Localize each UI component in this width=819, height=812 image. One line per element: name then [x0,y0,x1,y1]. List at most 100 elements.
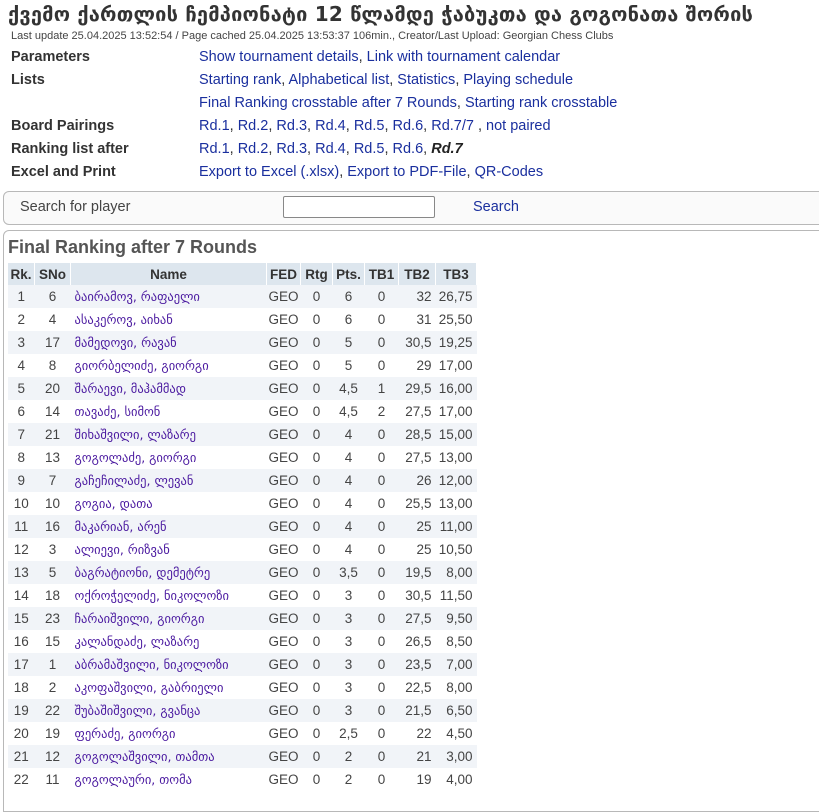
cell-pts: 4 [332,538,365,561]
ranking-rd3-link[interactable]: Rd.3 [276,141,307,157]
cell-fed: GEO [266,308,301,331]
ranking-rd2-link[interactable]: Rd.2 [238,141,269,157]
table-row: 1 6 ბაირამოვ, რაფაელი GEO 0 6 0 32 26,75 [8,285,477,308]
ranking-rd6-link[interactable]: Rd.6 [393,141,424,157]
pairings-rd6-link[interactable]: Rd.6 [393,118,424,134]
cell-rtg: 0 [300,515,333,538]
cell-rank: 16 [8,630,35,653]
ranking-rd4-link[interactable]: Rd.4 [315,141,346,157]
cell-name[interactable]: ფერაძე, გიორგი [70,722,267,745]
pairings-rd3-link[interactable]: Rd.3 [276,118,307,134]
cell-name[interactable]: აბრამაშვილი, ნიკოლოზი [70,653,267,676]
cell-rtg: 0 [300,607,333,630]
cell-tb3: 13,00 [435,492,477,515]
cell-name[interactable]: კალანდაძე, ლაზარე [70,630,267,653]
cell-pts: 5 [332,331,365,354]
cell-tb2: 29 [398,354,436,377]
cell-fed: GEO [266,561,301,584]
excel-print-label: Excel and Print [11,164,116,180]
cell-name[interactable]: შარაევი, მაჰამმად [70,377,267,400]
cell-tb1: 0 [364,331,399,354]
cell-rank: 17 [8,653,35,676]
cell-name[interactable]: ბაირამოვ, რაფაელი [70,285,267,308]
pairings-rd1-link[interactable]: Rd.1 [199,118,230,134]
cell-sno: 19 [34,722,71,745]
cell-name[interactable]: გოგოლაშვილი, თამთა [70,745,267,768]
cell-rtg: 0 [300,446,333,469]
table-row: 15 23 ჩარაიშვილი, გიორგი GEO 0 3 0 27,5 9,50 [8,607,477,630]
cell-rank: 4 [8,354,35,377]
pairings-rd4-link[interactable]: Rd.4 [315,118,346,134]
ranking-rd5-link[interactable]: Rd.5 [354,141,385,157]
starting-rank-link[interactable]: Starting rank [199,72,281,88]
cell-name[interactable]: მაკარიან, არენ [70,515,267,538]
cell-tb1: 0 [364,469,399,492]
ranking-rd1-link[interactable]: Rd.1 [199,141,230,157]
cell-fed: GEO [266,446,301,469]
cell-tb1: 0 [364,446,399,469]
cell-name[interactable]: მამედოვი, რავან [70,331,267,354]
cell-name[interactable]: გაჩეჩილაძე, ლევან [70,469,267,492]
cell-name[interactable]: ასაკეროვ, აიხან [70,308,267,331]
cell-pts: 4,5 [332,377,365,400]
cell-name[interactable]: შუბაშიშვილი, გვანცა [70,699,267,722]
cell-tb2: 21,5 [398,699,436,722]
cell-tb3: 8,00 [435,676,477,699]
playing-schedule-link[interactable]: Playing schedule [463,72,573,88]
cell-pts: 6 [332,308,365,331]
cell-name[interactable]: ალიევი, რიზვან [70,538,267,561]
cell-rtg: 0 [300,768,333,791]
search-button[interactable]: Search [473,199,519,215]
cell-sno: 5 [34,561,71,584]
ranking-list-label: Ranking list after [11,141,129,157]
starting-rank-crosstable-link[interactable]: Starting rank crosstable [465,95,617,111]
cell-name[interactable]: აკოფაშვილი, გაბრიელი [70,676,267,699]
cell-fed: GEO [266,607,301,630]
cell-rank: 14 [8,584,35,607]
alphabetical-list-link[interactable]: Alphabetical list [288,72,389,88]
cell-name[interactable]: ბაგრატიონი, დემეტრე [70,561,267,584]
cell-tb2: 23,5 [398,653,436,676]
cell-rtg: 0 [300,584,333,607]
pairings-rd5-link[interactable]: Rd.5 [354,118,385,134]
col-rtg: Rtg [300,263,334,285]
cell-tb3: 6,50 [435,699,477,722]
export-pdf-link[interactable]: Export to PDF-File [347,164,466,180]
cell-sno: 4 [34,308,71,331]
cell-pts: 2,5 [332,722,365,745]
not-paired-link[interactable]: not paired [486,118,551,134]
cell-sno: 18 [34,584,71,607]
final-ranking-crosstable-link[interactable]: Final Ranking crosstable after 7 Rounds [199,95,457,111]
statistics-link[interactable]: Statistics [397,72,455,88]
tournament-title: ქვემო ქართლის ჩემპიონატი 12 წლამდე ჭაბუკ… [8,2,754,26]
cell-pts: 4 [332,469,365,492]
cell-fed: GEO [266,722,301,745]
cell-name[interactable]: ჩარაიშვილი, გიორგი [70,607,267,630]
cell-tb1: 0 [364,515,399,538]
cell-tb3: 19,25 [435,331,477,354]
pairings-rd7-link[interactable]: Rd.7/7 [431,118,474,134]
cell-name[interactable]: ოქროჭელიძე, ნიკოლოზი [70,584,267,607]
cell-name[interactable]: შიხაშვილი, ლაზარე [70,423,267,446]
pairings-rd2-link[interactable]: Rd.2 [238,118,269,134]
qr-codes-link[interactable]: QR-Codes [475,164,544,180]
cell-name[interactable]: თავაძე, სიმონ [70,400,267,423]
search-input[interactable] [283,196,435,218]
cell-rtg: 0 [300,354,333,377]
cell-tb3: 17,00 [435,400,477,423]
cell-rtg: 0 [300,722,333,745]
cell-tb3: 9,50 [435,607,477,630]
export-excel-link[interactable]: Export to Excel (.xlsx) [199,164,339,180]
cell-rank: 20 [8,722,35,745]
cell-name[interactable]: გოგოლაძე, გიორგი [70,446,267,469]
cell-sno: 20 [34,377,71,400]
cell-rank: 2 [8,308,35,331]
cell-name[interactable]: გოგოლაური, თომა [70,768,267,791]
cell-pts: 3 [332,607,365,630]
cell-fed: GEO [266,331,301,354]
cell-sno: 14 [34,400,71,423]
cell-name[interactable]: გოგია, დათა [70,492,267,515]
tournament-calendar-link[interactable]: Link with tournament calendar [367,49,560,65]
show-tournament-details-link[interactable]: Show tournament details [199,49,359,65]
cell-name[interactable]: გიორბელიძე, გიორგი [70,354,267,377]
